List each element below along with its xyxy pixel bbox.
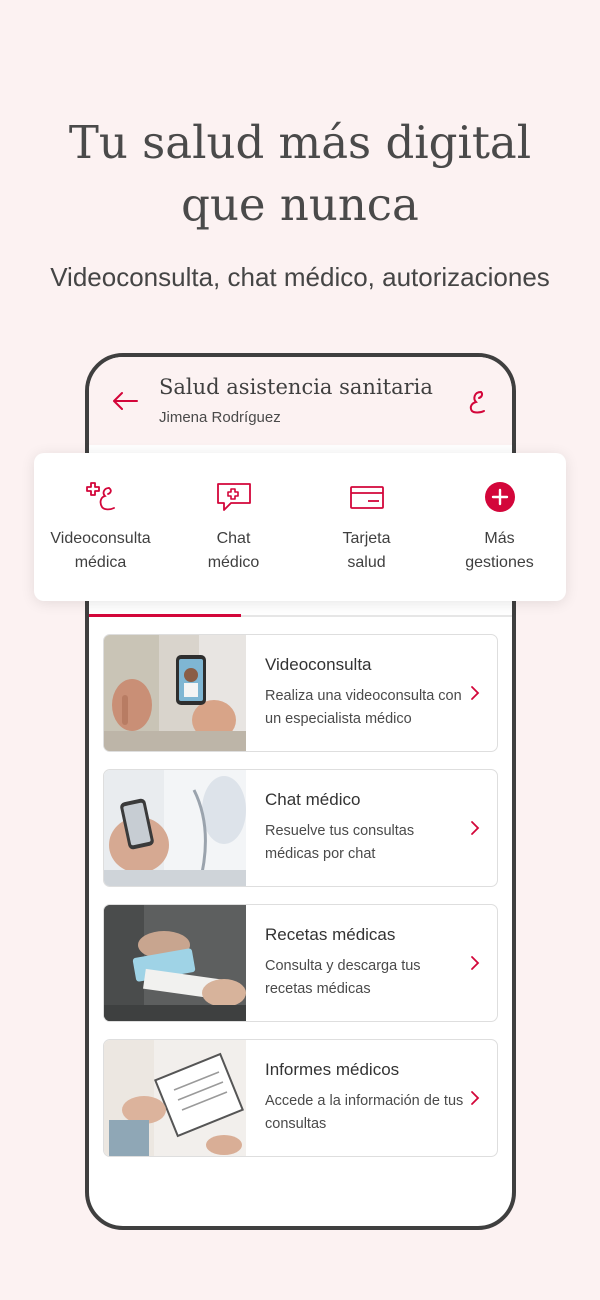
quick-action-label: Más gestiones	[465, 530, 534, 571]
service-description: Realiza una videoconsulta con un especia…	[265, 688, 462, 727]
quick-action-chat[interactable]: Chat médico	[167, 453, 300, 601]
promo-headline-line2: que nunca	[181, 178, 419, 231]
plus-circle-icon	[484, 482, 515, 512]
service-image-videoconsulta	[104, 635, 246, 751]
user-name: Jimena Rodríguez	[159, 409, 281, 426]
video-consult-icon	[85, 482, 115, 511]
service-card-recetas[interactable]: Recetas médicas Consulta y descarga tus …	[103, 904, 498, 1022]
page-title: Salud asistencia sanitaria	[159, 375, 433, 399]
quick-action-label: Chat médico	[207, 530, 260, 571]
service-card-videoconsulta[interactable]: Videoconsulta Realiza una videoconsulta …	[103, 634, 498, 752]
quick-action-label: Tarjeta salud	[342, 530, 391, 571]
chevron-right-icon	[471, 956, 480, 970]
health-card-icon	[349, 486, 384, 509]
chevron-right-icon	[471, 1091, 480, 1105]
brand-logo-icon	[469, 391, 485, 414]
chevron-right-icon	[471, 686, 480, 700]
quick-action-videoconsulta[interactable]: Videoconsulta médica	[34, 453, 167, 601]
service-image-recetas	[104, 905, 246, 1021]
service-title: Recetas médicas	[265, 925, 396, 944]
service-title: Videoconsulta	[265, 655, 372, 674]
promo-subheadline: Videoconsulta, chat médico, autorizacion…	[50, 262, 550, 292]
service-title: Chat médico	[265, 790, 361, 809]
service-description: Resuelve tus consultas médicas por chat	[265, 823, 415, 862]
promo-headline: Tu salud más digital que nunca	[0, 112, 600, 236]
tab-active-indicator[interactable]	[89, 614, 241, 617]
chevron-right-icon	[471, 821, 480, 835]
promo-headline-line1: Tu salud más digital	[68, 116, 532, 169]
service-card-chat-medico[interactable]: Chat médico Resuelve tus consultas médic…	[103, 769, 498, 887]
service-card-informes[interactable]: Informes médicos Accede a la información…	[103, 1039, 498, 1157]
service-image-informes	[104, 1040, 246, 1156]
arrow-left-icon[interactable]	[111, 391, 139, 411]
quick-action-tarjeta[interactable]: Tarjeta salud	[300, 453, 433, 601]
service-description: Consulta y descarga tus recetas médicas	[265, 958, 421, 997]
service-description: Accede a la información de tus consultas	[265, 1093, 464, 1132]
service-image-chat-medico	[104, 770, 246, 886]
quick-action-label: Videoconsulta médica	[50, 530, 151, 571]
medical-chat-icon	[216, 483, 251, 511]
service-title: Informes médicos	[265, 1060, 400, 1079]
quick-action-mas[interactable]: Más gestiones	[433, 453, 566, 601]
quick-actions-card: Videoconsulta médica Chat médico Tarjeta…	[34, 453, 566, 601]
service-list: Videoconsulta Realiza una videoconsulta …	[103, 634, 498, 1174]
app-header: Salud asistencia sanitaria Jimena Rodríg…	[89, 357, 512, 445]
